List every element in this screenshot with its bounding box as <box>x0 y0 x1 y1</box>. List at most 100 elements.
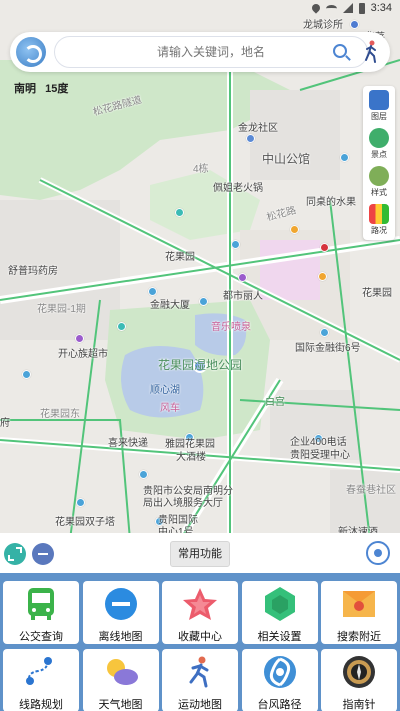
signal-icon <box>342 3 353 13</box>
map-label: 花果园双子塔 <box>55 517 115 528</box>
map-label: 花果园-1期 <box>37 304 86 315</box>
map-label: 花果园 <box>165 252 195 263</box>
poi-marker[interactable] <box>139 470 148 479</box>
tool-label: 景点 <box>371 150 387 159</box>
map-label: 白宫 <box>265 397 285 408</box>
scenic-spots-tool[interactable]: 景点 <box>363 124 395 162</box>
location-status-icon <box>309 2 322 14</box>
grid-label: 相关设置 <box>257 631 302 643</box>
tool-label: 图层 <box>371 112 387 121</box>
scenic-spot-icon <box>369 128 389 148</box>
offline-map-icon <box>104 588 137 620</box>
map-label: 喜来快递 <box>108 438 148 449</box>
typhoon-icon <box>263 656 296 688</box>
poi-marker[interactable] <box>320 243 329 252</box>
tool-label: 样式 <box>371 188 387 197</box>
city-name: 南明 <box>14 83 36 95</box>
status-time: 3:34 <box>370 2 392 14</box>
map-label: 局出入境服务大厅 <box>143 498 223 509</box>
typhoon-path-item[interactable]: 台风路径 <box>241 649 318 711</box>
star-icon <box>183 588 217 620</box>
map-label: 金融大厦 <box>150 300 190 311</box>
offline-map-item[interactable]: 离线地图 <box>82 581 159 644</box>
poi-marker[interactable] <box>199 297 208 306</box>
map-label: 花果园湿地公园 <box>158 358 243 372</box>
zoom-out-button[interactable] <box>32 543 54 565</box>
poi-marker[interactable] <box>117 322 126 331</box>
controls-bar: 常用功能 <box>0 533 400 573</box>
common-functions-button[interactable]: 常用功能 <box>170 541 230 567</box>
traffic-icon <box>369 204 389 224</box>
settings-item[interactable]: 相关设置 <box>241 581 318 644</box>
temperature: 15度 <box>45 83 69 95</box>
poi-marker[interactable] <box>148 287 157 296</box>
map-label: 佩姐老火锅 <box>213 183 263 194</box>
map-label: 中山公馆 <box>262 152 311 166</box>
map-label: 音乐喷泉 <box>211 322 251 333</box>
walking-person-icon[interactable] <box>362 40 380 64</box>
map-label: 花果园东 <box>40 409 80 420</box>
poi-marker[interactable] <box>320 328 329 337</box>
sports-map-item[interactable]: 运动地图 <box>162 649 238 711</box>
map-label: 国际金融街6号 <box>295 343 361 354</box>
poi-marker[interactable] <box>290 225 299 234</box>
map-label: 府 <box>0 418 10 429</box>
wifi-icon <box>325 4 337 12</box>
nearby-search-icon <box>343 591 375 617</box>
bus-query-item[interactable]: 公交查询 <box>3 581 79 644</box>
bus-icon <box>28 588 54 620</box>
map-label: 舒普玛药房 <box>8 266 58 277</box>
tool-label: 路况 <box>371 226 387 235</box>
locate-me-icon[interactable] <box>366 541 390 565</box>
favorites-item[interactable]: 收藏中心 <box>162 581 238 644</box>
search-input[interactable] <box>54 36 368 68</box>
map-label: 风车 <box>160 403 180 414</box>
map-label: 4栋 <box>193 164 209 175</box>
grid-label: 离线地图 <box>98 631 143 643</box>
poi-marker[interactable] <box>238 273 247 282</box>
settings-gem-icon <box>264 587 295 621</box>
runner-icon <box>189 656 209 688</box>
battery-icon <box>358 2 365 14</box>
grid-label: 运动地图 <box>178 699 222 711</box>
grid-label: 指南针 <box>342 699 376 711</box>
search-bar <box>10 32 390 72</box>
weather-icon <box>106 659 138 685</box>
grid-label: 线路规划 <box>19 699 63 711</box>
search-icon[interactable] <box>333 44 347 58</box>
poi-marker[interactable] <box>246 134 255 143</box>
map-label: 大酒楼 <box>176 452 206 463</box>
grid-label: 公交查询 <box>19 631 63 643</box>
poi-marker[interactable] <box>22 370 31 379</box>
map-label: 龙城诊所 <box>303 20 343 31</box>
map-label: 金龙社区 <box>238 123 278 134</box>
status-bar: 3:34 <box>0 0 400 18</box>
traffic-tool[interactable]: 路况 <box>363 200 395 238</box>
style-icon <box>369 166 389 186</box>
map-label: 花果园 <box>362 288 392 299</box>
layers-icon <box>369 90 389 110</box>
map-tools-panel: 图层 景点 样式 路况 <box>363 86 395 240</box>
poi-marker[interactable] <box>75 334 84 343</box>
poi-marker[interactable] <box>175 208 184 217</box>
poi-marker[interactable] <box>340 153 349 162</box>
city-weather: 南明 15度 <box>14 80 68 96</box>
layers-tool[interactable]: 图层 <box>363 86 395 124</box>
search-nearby-item[interactable]: 搜索附近 <box>321 581 397 644</box>
app-logo-icon[interactable] <box>16 37 46 67</box>
poi-marker[interactable] <box>350 20 359 29</box>
grid-label: 台风路径 <box>257 699 302 711</box>
route-planning-item[interactable]: 线路规划 <box>3 649 79 711</box>
function-grid: 公交查询 离线地图 收藏中心 相关设置 搜索附近 线路规划 天气地图 运动地图 … <box>0 573 400 711</box>
grid-label: 收藏中心 <box>178 631 222 643</box>
style-tool[interactable]: 样式 <box>363 162 395 200</box>
map-label: 都市丽人 <box>223 291 263 302</box>
poi-marker[interactable] <box>76 498 85 507</box>
grid-label: 天气地图 <box>98 699 143 711</box>
expand-icon[interactable] <box>4 543 26 565</box>
weather-map-item[interactable]: 天气地图 <box>82 649 159 711</box>
compass-item[interactable]: 指南针 <box>321 649 397 711</box>
poi-marker[interactable] <box>231 240 240 249</box>
poi-marker[interactable] <box>318 272 327 281</box>
map-label: 开心族超市 <box>58 349 108 360</box>
